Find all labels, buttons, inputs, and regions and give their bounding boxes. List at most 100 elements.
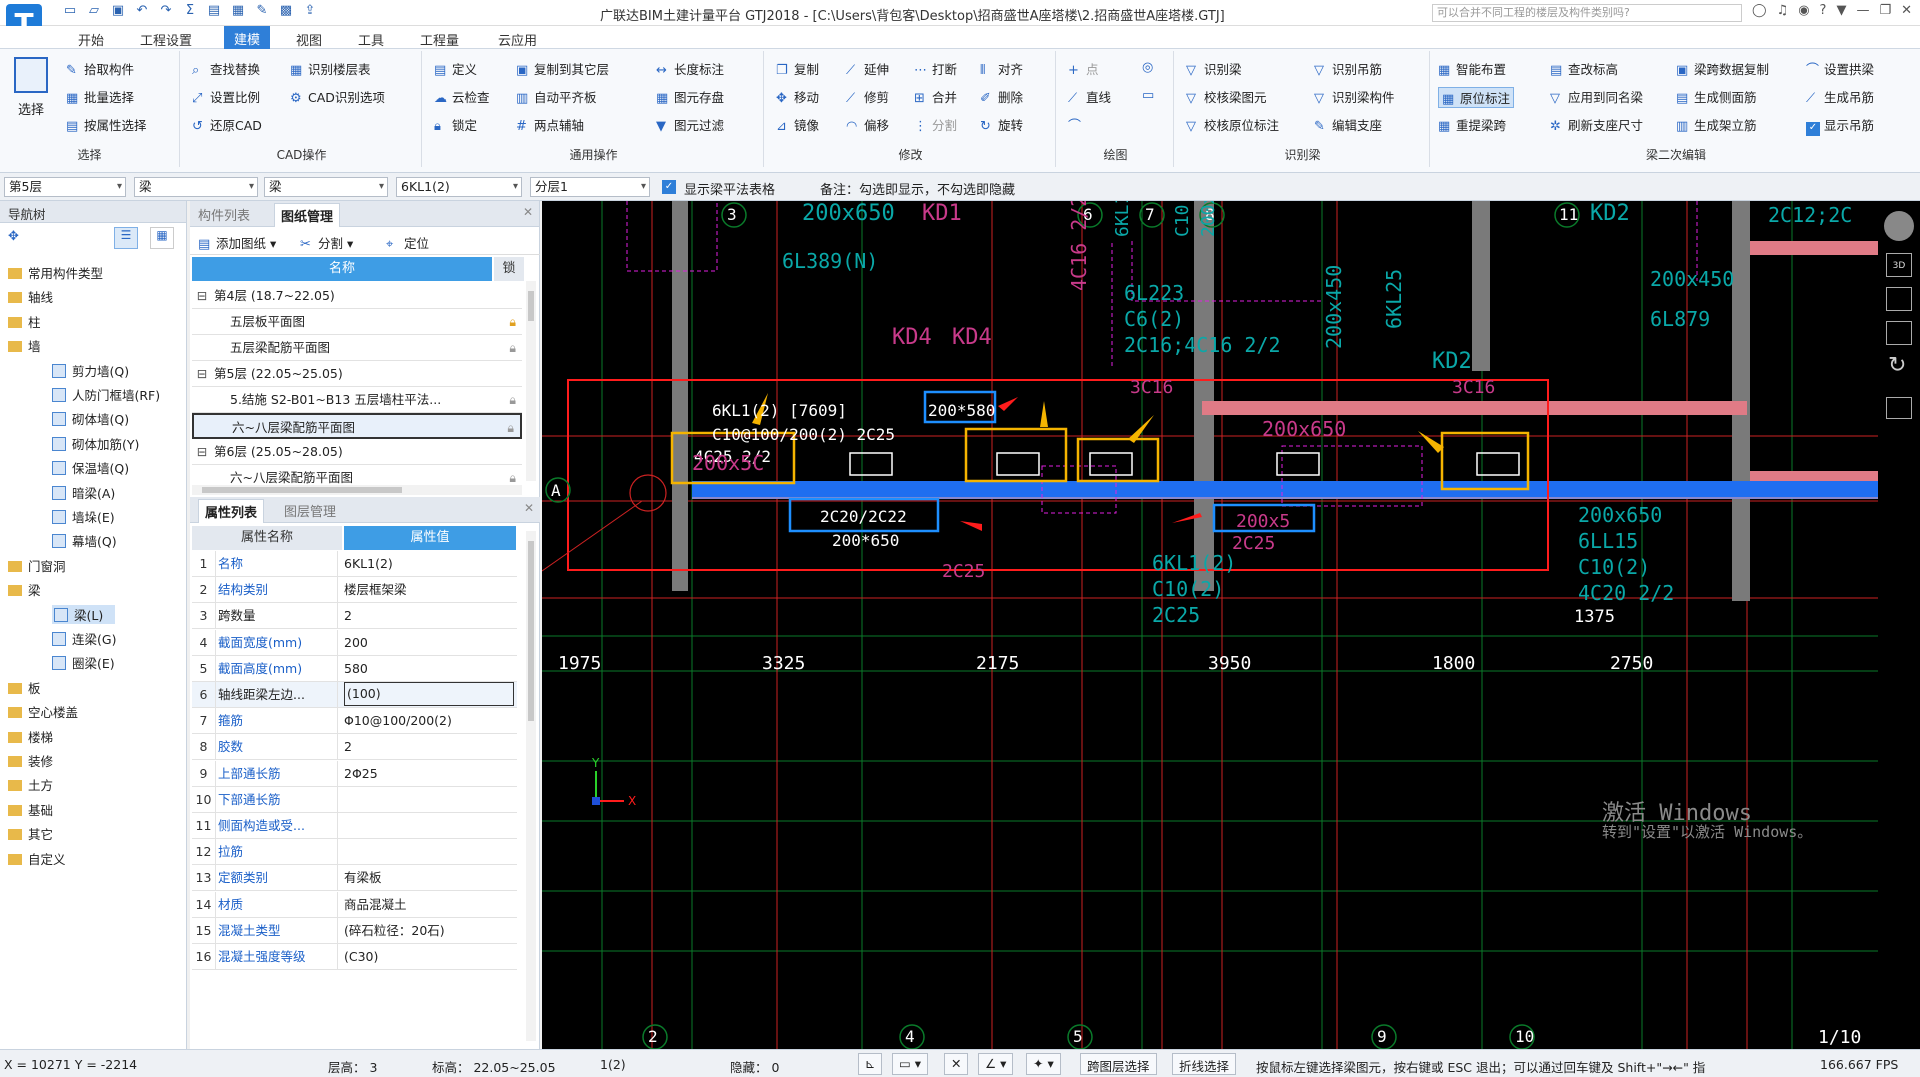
minimize-icon[interactable]: —: [1856, 3, 1869, 18]
element-save-button[interactable]: ▦ 图元存盘: [656, 87, 724, 106]
lock-icon[interactable]: 🔒︎: [509, 387, 516, 412]
refresh-support-button[interactable]: ✲ 刷新支座尺寸: [1550, 115, 1643, 134]
collapse-icon[interactable]: ⊟: [192, 361, 212, 386]
property-row[interactable]: 4 截面宽度(mm) 200: [192, 629, 517, 656]
drawing-lock-header[interactable]: 锁: [494, 257, 524, 281]
prop-vscroll[interactable]: [526, 531, 536, 1041]
drawing-row[interactable]: 五层板平面图 🔒︎: [192, 309, 522, 335]
prop-panel-close-icon[interactable]: ✕: [524, 501, 534, 515]
rotate-button[interactable]: ↻ 旋转: [980, 115, 1023, 134]
nav-item[interactable]: 砌体加筋(Y): [52, 434, 139, 453]
property-row[interactable]: 1 名称 6KL1(2): [192, 551, 517, 577]
length-dimension-button[interactable]: ↔ 长度标注: [656, 59, 724, 78]
property-value[interactable]: 580: [344, 656, 514, 682]
category-select[interactable]: 梁: [134, 177, 258, 197]
extend-button[interactable]: ⟋ 延伸: [846, 59, 889, 78]
set-scale-button[interactable]: ⤢ 设置比例: [192, 87, 260, 106]
property-row[interactable]: 6 轴线距梁左边... (100): [192, 682, 517, 708]
drawing-row[interactable]: 五层梁配筋平面图 🔒︎: [192, 335, 522, 361]
property-value[interactable]: (C30): [344, 944, 514, 970]
trim-button[interactable]: ⟋ 修剪: [846, 87, 889, 106]
add-drawing-button[interactable]: ▤ 添加图纸 ▾: [198, 233, 276, 252]
property-value[interactable]: 有梁板: [344, 865, 514, 891]
property-row[interactable]: 16 混凝土强度等级 (C30): [192, 944, 517, 970]
nav-item[interactable]: 圈梁(E): [52, 653, 115, 672]
property-value[interactable]: 楼层框架梁: [344, 577, 514, 603]
drawing-row[interactable]: 5.结施 S2-B01~B13 五层墙柱平法... 🔒︎: [192, 387, 522, 413]
merge-button[interactable]: ⊞ 合并: [914, 87, 957, 106]
menu-cloud[interactable]: 云应用: [498, 30, 537, 49]
property-row[interactable]: 7 箍筋 Φ10@100/200(2): [192, 708, 517, 735]
nav-item[interactable]: 装修: [8, 751, 53, 770]
show-beam-table-checkbox[interactable]: ✓: [662, 180, 676, 194]
nav-item[interactable]: 梁: [8, 580, 41, 599]
collapse-icon[interactable]: ⊟: [192, 283, 212, 308]
tree-view-icon[interactable]: ▦: [150, 227, 174, 249]
nav-item[interactable]: 门窗洞: [8, 556, 66, 575]
locate-button[interactable]: ⌖ 定位: [386, 233, 429, 252]
nav-item[interactable]: 墙垛(E): [52, 507, 115, 526]
nav-item[interactable]: 暗梁(A): [52, 483, 115, 502]
property-row[interactable]: 13 定额类别 有梁板: [192, 865, 517, 892]
menu-project-settings[interactable]: 工程设置: [140, 30, 192, 49]
align-button[interactable]: ⫴ 对齐: [980, 59, 1023, 78]
pin-icon[interactable]: ✥: [8, 229, 19, 244]
split-button[interactable]: ⋮ 分割: [914, 115, 957, 134]
rect-draw-button[interactable]: ▭: [1142, 87, 1160, 103]
offset-input-button[interactable]: ✦ ▾: [1026, 1053, 1061, 1075]
lock-button[interactable]: 🔒︎ 锁定: [434, 115, 477, 134]
copy-to-other-floor-button[interactable]: ▣ 复制到其它层: [516, 59, 609, 78]
property-row[interactable]: 5 截面高度(mm) 580: [192, 655, 517, 682]
menu-modeling[interactable]: 建模: [224, 26, 271, 49]
element-filter-button[interactable]: ▼ 图元过滤: [656, 115, 724, 134]
cad-options-button[interactable]: ⚙ CAD识别选项: [290, 87, 385, 106]
check-beam-button[interactable]: ▽ 校核梁图元: [1186, 87, 1267, 106]
drawing-row[interactable]: ⊟ 第5层 (22.05~25.05): [192, 361, 522, 387]
angle-button[interactable]: ∠ ▾: [978, 1053, 1014, 1075]
box-view-icon[interactable]: [1886, 321, 1912, 345]
nav-item[interactable]: 楼梯: [8, 727, 53, 746]
property-row[interactable]: 12 拉筋: [192, 839, 517, 866]
nav-item[interactable]: 剪力墙(Q): [52, 361, 129, 380]
check-in-situ-button[interactable]: ▽ 校核原位标注: [1186, 115, 1279, 134]
gen-erection-bar-button[interactable]: ▥ 生成架立筋: [1676, 115, 1757, 134]
in-situ-annotation-button[interactable]: ▦ 原位标注: [1438, 87, 1515, 108]
drawing-vscroll[interactable]: [526, 281, 536, 481]
dynamic-input-button[interactable]: ✕: [944, 1053, 969, 1075]
split-drawing-button[interactable]: ✂ 分割 ▾: [300, 233, 353, 252]
re-extract-span-button[interactable]: ▦ 重提梁跨: [1438, 115, 1506, 134]
property-row[interactable]: 11 侧面构造或受...: [192, 813, 517, 839]
view-cube-icon[interactable]: [1884, 211, 1914, 241]
property-row[interactable]: 10 下部通长筋: [192, 786, 517, 813]
circle-draw-button[interactable]: ◎: [1142, 59, 1160, 75]
cross-layer-select-button[interactable]: 跨图层选择: [1080, 1053, 1157, 1075]
type-select[interactable]: 梁: [264, 177, 388, 197]
property-value[interactable]: 2: [344, 734, 514, 760]
lock-icon[interactable]: 🔒︎: [507, 415, 514, 437]
nav-item[interactable]: 空心楼盖: [8, 702, 78, 721]
recognize-beam-member-button[interactable]: ▽ 识别梁构件: [1314, 87, 1395, 106]
lock-icon[interactable]: 🔒︎: [509, 335, 516, 360]
nav-item[interactable]: 轴线: [8, 287, 53, 306]
grid-icon[interactable]: ▩: [276, 3, 296, 21]
panel-close-icon[interactable]: ✕: [523, 205, 533, 219]
redo-icon[interactable]: ↷: [156, 3, 176, 21]
lock-icon[interactable]: 🔒︎: [509, 309, 516, 334]
show-hanger-button[interactable]: ✓ 显示吊筋: [1806, 115, 1874, 136]
property-value[interactable]: (碎石粒径：20石): [344, 918, 514, 944]
menu-start[interactable]: 开始: [78, 30, 104, 49]
line-button[interactable]: ⟋ 直线: [1068, 87, 1111, 106]
undo-icon[interactable]: ↶: [132, 3, 152, 21]
nav-item[interactable]: 人防门框墙(RF): [52, 385, 160, 404]
property-row[interactable]: 8 胶数 2: [192, 734, 517, 761]
help-icon[interactable]: ?: [1820, 3, 1827, 18]
nav-item[interactable]: 自定义: [8, 849, 66, 868]
edit-support-button[interactable]: ✎ 编辑支座: [1314, 115, 1382, 134]
restore-cad-button[interactable]: ↺ 还原CAD: [192, 115, 262, 134]
ortho-button[interactable]: ⊾: [858, 1053, 883, 1075]
batch-select-button[interactable]: ▦ 批量选择: [66, 87, 134, 106]
select-by-attr-button[interactable]: ▤ 按属性选择: [66, 115, 147, 134]
nav-item[interactable]: 梁(L): [52, 604, 116, 624]
search-input[interactable]: 可以合并不同工程的楼层及构件类别吗?: [1432, 4, 1742, 22]
property-value[interactable]: 200: [344, 630, 514, 656]
